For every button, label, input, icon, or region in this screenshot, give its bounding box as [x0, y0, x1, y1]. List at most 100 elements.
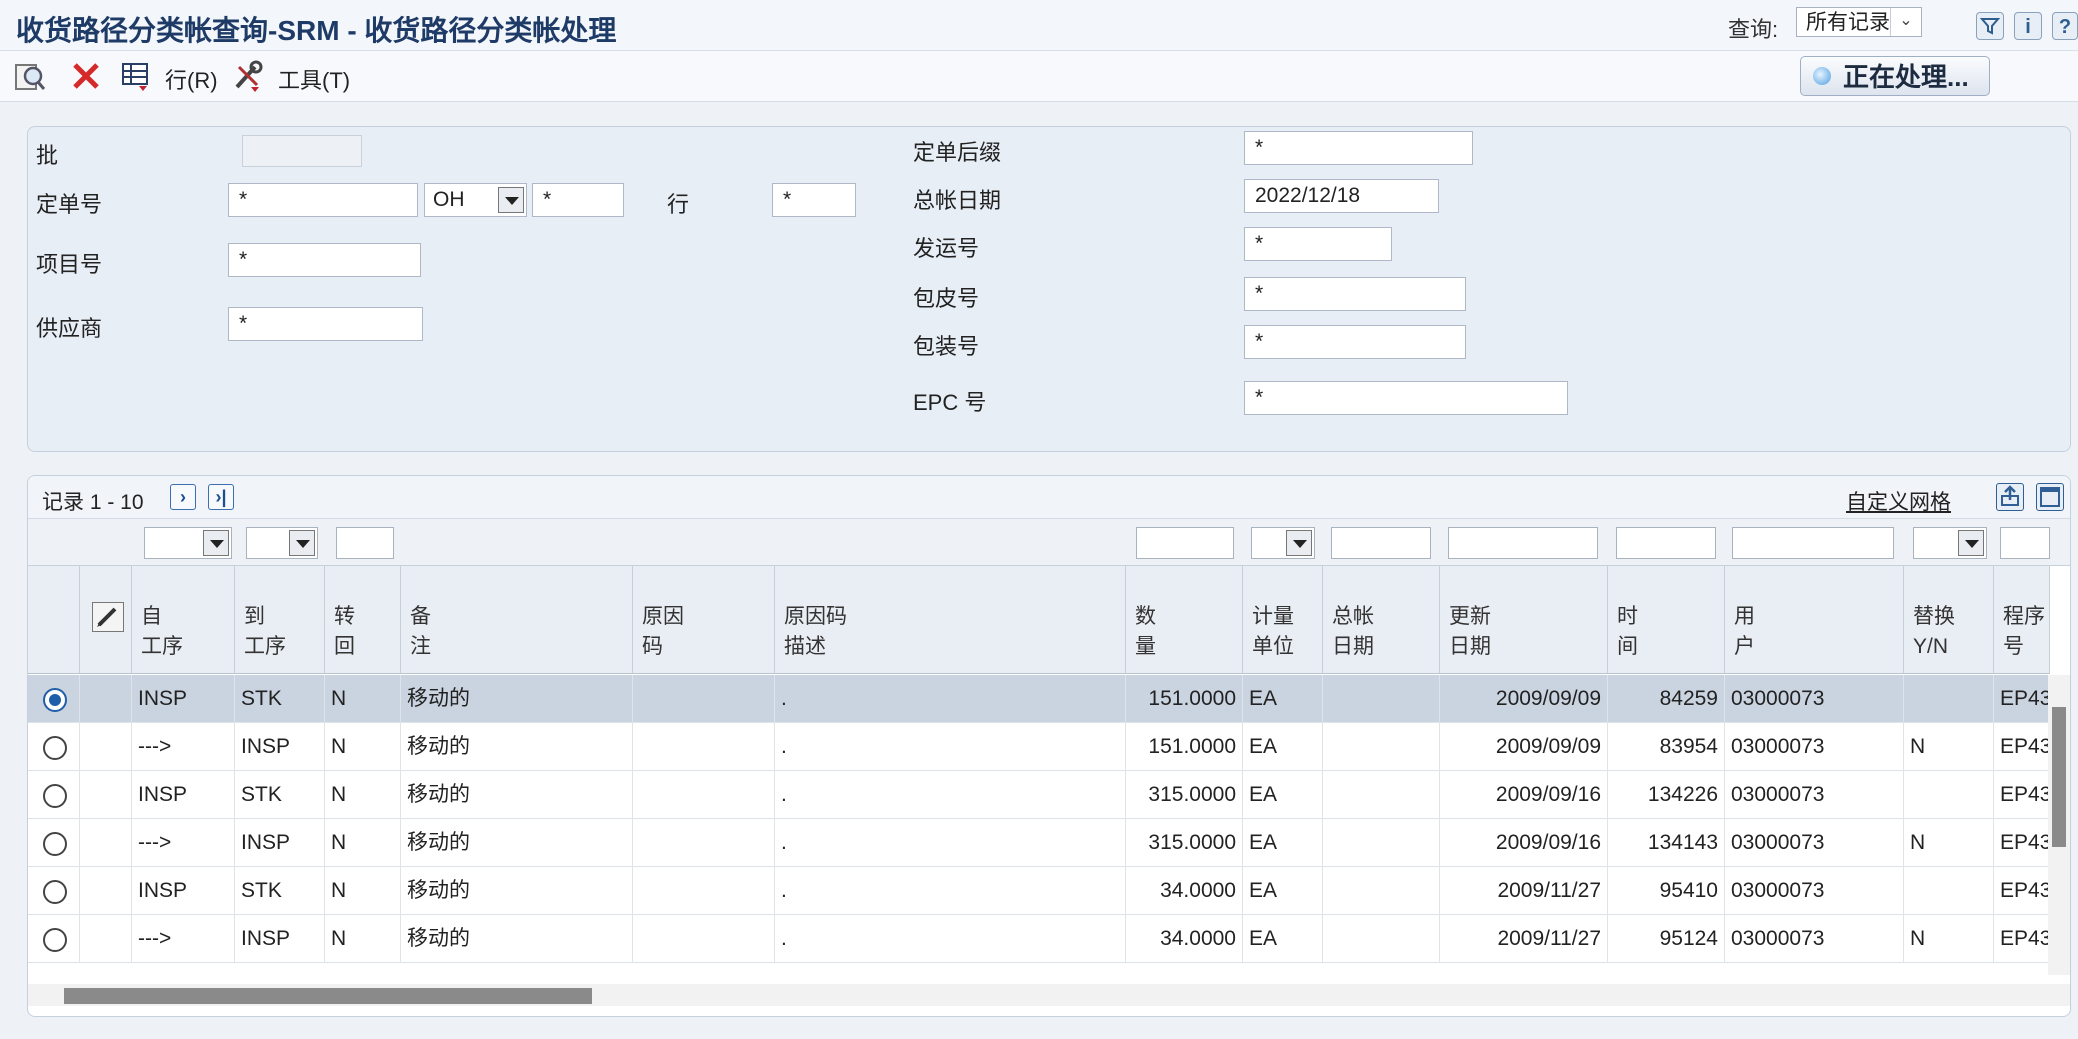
col-select — [28, 566, 80, 674]
col-to-status[interactable]: 到工序 — [235, 566, 325, 674]
page-title: 收货路径分类帐查询-SRM - 收货路径分类帐处理 — [16, 15, 617, 46]
package-label: 包装号 — [913, 334, 980, 359]
close-icon[interactable] — [68, 59, 104, 93]
col-from-status[interactable]: 自工序 — [132, 566, 235, 674]
filter-icon[interactable] — [1976, 12, 2004, 40]
item-number-field[interactable]: * — [228, 243, 421, 277]
toolbar: 行(R) 工具(T) 正在处理... — [0, 51, 2078, 102]
filter-program[interactable] — [2000, 527, 2050, 559]
chevron-down-icon: ⌄ — [1890, 8, 1921, 36]
col-replace[interactable]: 替换 Y/N — [1904, 566, 1994, 674]
col-program[interactable]: 程序号 — [1994, 566, 2050, 674]
vertical-scroll-thumb[interactable] — [2052, 707, 2066, 847]
order-type-select[interactable]: OH — [424, 183, 527, 217]
filter-reversal[interactable] — [336, 527, 394, 559]
filter-update-date[interactable] — [1448, 527, 1598, 559]
table-row[interactable]: ---> INSP N 移动的 . 34.0000 EA 2009/11/27 … — [28, 915, 2048, 963]
processing-label: 正在处理... — [1843, 62, 1969, 92]
item-label: 项目号 — [36, 252, 103, 277]
gl-date-label: 总帐日期 — [913, 188, 1002, 213]
table-row[interactable]: ---> INSP N 移动的 . 151.0000 EA 2009/09/09… — [28, 723, 2048, 771]
grid-panel: 记录 1 - 10 › ›| 自定义网格 自工序 到工序 转回 备注 原因码 原… — [27, 475, 2071, 1017]
processing-button[interactable]: 正在处理... — [1800, 56, 1990, 96]
table-row[interactable]: ---> INSP N 移动的 . 315.0000 EA 2009/09/16… — [28, 819, 2048, 867]
epc-field[interactable]: * — [1244, 381, 1568, 415]
order-type-value: OH — [433, 188, 465, 211]
search-criteria-panel — [27, 126, 2071, 452]
table-row[interactable]: INSP STK N 移动的 . 34.0000 EA 2009/11/27 9… — [28, 867, 2048, 915]
shipment-field[interactable]: * — [1244, 227, 1392, 261]
filter-replace[interactable] — [1913, 527, 1987, 559]
batch-label: 批 — [36, 143, 59, 168]
container-field[interactable]: * — [1244, 277, 1466, 311]
dropdown-arrow-icon[interactable] — [1286, 530, 1312, 556]
table-row[interactable]: INSP STK N 移动的 . 315.0000 EA 2009/09/16 … — [28, 771, 2048, 819]
edit-icon[interactable] — [92, 602, 124, 632]
filter-time[interactable] — [1616, 527, 1716, 559]
horizontal-scroll-thumb[interactable] — [64, 988, 592, 1004]
col-quantity[interactable]: 数量 — [1126, 566, 1243, 674]
col-reason-description[interactable]: 原因码 描述 — [775, 566, 1126, 674]
supplier-field[interactable]: * — [228, 307, 423, 341]
row-menu[interactable]: 行(R) — [165, 63, 218, 95]
epc-label: EPC 号 — [913, 390, 987, 415]
gl-date-field[interactable]: 2022/12/18 — [1244, 179, 1439, 213]
batch-field — [242, 135, 362, 167]
col-attachments — [80, 566, 132, 674]
grid-header-bar: 记录 1 - 10 › ›| 自定义网格 — [28, 476, 2070, 519]
col-reason-code[interactable]: 原因码 — [633, 566, 775, 674]
col-gl-date[interactable]: 总帐 日期 — [1323, 566, 1440, 674]
customize-grid-link[interactable]: 自定义网格 — [1846, 486, 1951, 516]
row-select-radio[interactable] — [43, 784, 67, 808]
dropdown-arrow-icon[interactable] — [1958, 530, 1984, 556]
col-update-date[interactable]: 更新 日期 — [1440, 566, 1608, 674]
table-row[interactable]: INSP STK N 移动的 . 151.0000 EA 2009/09/09 … — [28, 675, 2048, 723]
order-number-field[interactable]: * — [228, 183, 418, 217]
find-icon[interactable] — [12, 59, 48, 93]
filter-uom[interactable] — [1251, 527, 1315, 559]
dropdown-arrow-icon[interactable] — [498, 187, 524, 213]
maximize-icon[interactable] — [2036, 483, 2064, 511]
filter-to-status[interactable] — [246, 527, 318, 559]
order-suffix-field[interactable]: * — [1244, 131, 1473, 165]
shipment-label: 发运号 — [913, 236, 980, 261]
export-icon[interactable] — [1996, 483, 2024, 511]
grid-body: INSP STK N 移动的 . 151.0000 EA 2009/09/09 … — [28, 675, 2048, 977]
line-field[interactable]: * — [772, 183, 856, 217]
vertical-scrollbar[interactable] — [2048, 675, 2070, 975]
supplier-label: 供应商 — [36, 316, 103, 341]
help-icon[interactable]: ? — [2052, 12, 2078, 40]
query-label: 查询: — [1728, 17, 1779, 42]
col-reversal[interactable]: 转回 — [325, 566, 401, 674]
query-select[interactable]: 所有记录 ⌄ — [1796, 7, 1922, 37]
package-field[interactable]: * — [1244, 325, 1466, 359]
title-bar: 收货路径分类帐查询-SRM - 收货路径分类帐处理 查询: 所有记录 ⌄ i ? — [0, 0, 2078, 51]
filter-quantity[interactable] — [1136, 527, 1234, 559]
filter-gl-date[interactable] — [1331, 527, 1431, 559]
row-menu-icon[interactable] — [118, 59, 154, 93]
dropdown-arrow-icon[interactable] — [289, 530, 315, 556]
query-select-value: 所有记录 — [1806, 11, 1890, 34]
line-label: 行 — [667, 192, 690, 217]
filter-user[interactable] — [1732, 527, 1894, 559]
order-company-field[interactable]: * — [532, 183, 624, 217]
horizontal-scrollbar[interactable] — [28, 984, 2070, 1006]
row-select-radio[interactable] — [43, 928, 67, 952]
tools-menu-icon[interactable] — [230, 59, 266, 93]
col-user[interactable]: 用户 — [1725, 566, 1904, 674]
col-remark[interactable]: 备注 — [401, 566, 633, 674]
dropdown-arrow-icon[interactable] — [203, 530, 229, 556]
filter-from-status[interactable] — [144, 527, 232, 559]
last-page-icon[interactable]: ›| — [208, 484, 234, 510]
row-select-radio[interactable] — [43, 688, 67, 712]
tools-menu[interactable]: 工具(T) — [278, 63, 350, 95]
info-icon[interactable]: i — [2014, 12, 2042, 40]
next-page-icon[interactable]: › — [170, 484, 196, 510]
order-label: 定单号 — [36, 192, 103, 217]
records-label: 记录 1 - 10 — [42, 491, 144, 514]
row-select-radio[interactable] — [43, 880, 67, 904]
row-select-radio[interactable] — [43, 736, 67, 760]
col-uom[interactable]: 计量 单位 — [1243, 566, 1323, 674]
row-select-radio[interactable] — [43, 832, 67, 856]
col-time[interactable]: 时间 — [1608, 566, 1725, 674]
